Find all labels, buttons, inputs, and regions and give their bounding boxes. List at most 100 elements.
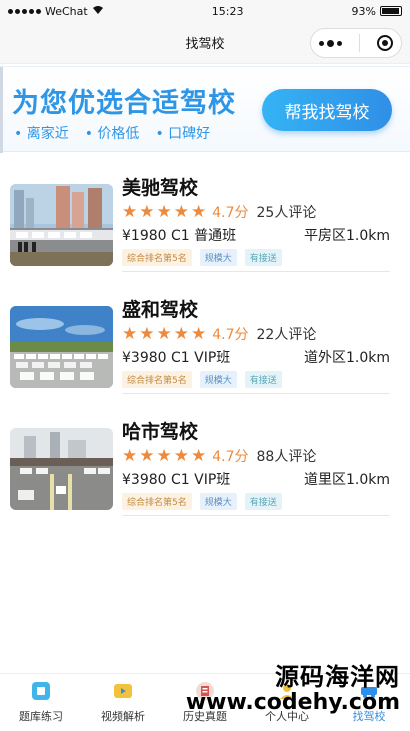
school-list: 美驰驾校 ★ ★ ★ ★ ★ 4.7分 25人评论 ¥1980 C1 普通班 平…: [0, 176, 410, 542]
star-icon: ★: [191, 202, 207, 222]
tab-find-school[interactable]: 找驾校: [328, 674, 410, 731]
review-count: 88人评论: [256, 449, 317, 465]
star-icon: ★: [173, 324, 189, 344]
star-rating: ★ ★ ★ ★ ★: [122, 203, 206, 221]
tab-exam-history[interactable]: 历史真题: [164, 674, 246, 731]
rating-row: ★ ★ ★ ★ ★ 4.7分 22人评论: [122, 324, 390, 344]
star-icon: ★: [139, 446, 155, 466]
carrier-label: WeChat: [45, 4, 88, 18]
feature-price: 价格低: [85, 123, 139, 143]
status-right: 93%: [352, 5, 402, 18]
tag-list: 综合排名第5名 规模大 有接送: [122, 249, 390, 266]
more-menu-icon[interactable]: [319, 39, 343, 47]
feature-reputation: 口碑好: [155, 123, 210, 143]
tag-scale: 规模大: [199, 371, 237, 388]
wifi-icon: [92, 5, 104, 18]
course-price: ¥1980 C1 普通班: [122, 228, 237, 244]
tab-label: 个人中心: [265, 710, 309, 723]
tab-label: 视频解析: [101, 710, 145, 723]
tab-label: 找驾校: [352, 710, 386, 723]
price-row: ¥1980 C1 普通班 平房区1.0km: [122, 225, 390, 245]
tab-label: 题库练习: [19, 710, 63, 723]
school-name: 美驰驾校: [122, 177, 199, 199]
course-price: ¥3980 C1 VIP班: [122, 472, 231, 488]
banner-headline: 为您优选合适驾校: [12, 88, 236, 119]
question-bank-icon: [30, 680, 52, 702]
school-location: 道里区1.0km: [303, 472, 390, 488]
tag-pickup: 有接送: [244, 249, 282, 266]
rating-row: ★ ★ ★ ★ ★ 4.7分 25人评论: [122, 202, 390, 222]
page-title: 找驾校: [185, 37, 225, 52]
school-location: 道外区1.0km: [303, 350, 390, 366]
school-photo: [10, 306, 113, 388]
star-icon: ★: [173, 446, 189, 466]
school-score: 4.7分: [212, 205, 249, 221]
exam-history-icon: [194, 680, 216, 702]
star-rating: ★ ★ ★ ★ ★: [122, 447, 206, 465]
school-photo: [10, 184, 113, 266]
price-row: ¥3980 C1 VIP班 道外区1.0km: [122, 347, 390, 367]
tab-question-bank[interactable]: 题库练习: [0, 674, 82, 731]
star-icon: ★: [139, 324, 155, 344]
feature-nearby: 离家近: [14, 123, 69, 143]
capsule-divider: [358, 34, 360, 52]
school-list-item[interactable]: 哈市驾校 ★ ★ ★ ★ ★ 4.7分 88人评论 ¥3980 C1 VIP班 …: [0, 420, 410, 542]
tag-scale: 规模大: [199, 493, 237, 510]
review-count: 22人评论: [256, 327, 317, 343]
tag-list: 综合排名第5名 规模大 有接送: [122, 371, 390, 388]
tab-profile[interactable]: 个人中心: [246, 674, 328, 731]
status-time: 15:23: [211, 4, 244, 18]
star-icon: ★: [156, 446, 172, 466]
tag-list: 综合排名第5名 规模大 有接送: [122, 493, 390, 510]
tag-rank: 综合排名第5名: [122, 249, 192, 266]
rating-row: ★ ★ ★ ★ ★ 4.7分 88人评论: [122, 446, 390, 466]
battery-percent: 93%: [351, 4, 376, 18]
star-icon: ★: [191, 446, 207, 466]
star-icon: ★: [191, 324, 207, 344]
price-row: ¥3980 C1 VIP班 道里区1.0km: [122, 469, 390, 489]
battery-icon: [380, 6, 402, 16]
school-score: 4.7分: [212, 449, 249, 465]
profile-icon: [276, 680, 298, 702]
school-info: 美驰驾校 ★ ★ ★ ★ ★ 4.7分 25人评论 ¥1980 C1 普通班 平…: [122, 176, 390, 272]
nav-bar: 找驾校: [0, 22, 410, 64]
banner-left-bar: [0, 67, 3, 153]
star-icon: ★: [156, 202, 172, 222]
tag-rank: 综合排名第5名: [122, 493, 192, 510]
school-info: 哈市驾校 ★ ★ ★ ★ ★ 4.7分 88人评论 ¥3980 C1 VIP班 …: [122, 420, 390, 516]
star-rating: ★ ★ ★ ★ ★: [122, 325, 206, 343]
video-icon: [112, 680, 134, 702]
star-icon: ★: [156, 324, 172, 344]
tab-label: 历史真题: [183, 710, 227, 723]
course-price: ¥3980 C1 VIP班: [122, 350, 231, 366]
tag-pickup: 有接送: [244, 493, 282, 510]
school-score: 4.7分: [212, 327, 249, 343]
school-info: 盛和驾校 ★ ★ ★ ★ ★ 4.7分 22人评论 ¥3980 C1 VIP班 …: [122, 298, 390, 394]
tag-pickup: 有接送: [244, 371, 282, 388]
close-miniprogram-icon[interactable]: [376, 35, 393, 51]
star-icon: ★: [122, 446, 138, 466]
tag-scale: 规模大: [199, 249, 237, 266]
star-icon: ★: [122, 202, 138, 222]
banner-features: 离家近 价格低 口碑好: [14, 123, 210, 143]
school-name: 哈市驾校: [122, 421, 199, 443]
star-icon: ★: [122, 324, 138, 344]
school-name: 盛和驾校: [122, 299, 199, 321]
mini-program-capsule: [310, 28, 402, 58]
promo-banner: 为您优选合适驾校 离家近 价格低 口碑好 帮我找驾校: [0, 66, 410, 153]
tab-bar: 题库练习 视频解析 历史真题 个人中心 找驾校: [0, 673, 410, 731]
signal-icon: [8, 8, 41, 14]
review-count: 25人评论: [256, 205, 317, 221]
school-photo: [10, 428, 113, 510]
tag-rank: 综合排名第5名: [122, 371, 192, 388]
school-location: 平房区1.0km: [303, 228, 390, 244]
status-left: WeChat: [8, 5, 104, 18]
find-school-button[interactable]: 帮我找驾校: [262, 89, 392, 131]
school-list-item[interactable]: 盛和驾校 ★ ★ ★ ★ ★ 4.7分 22人评论 ¥3980 C1 VIP班 …: [0, 298, 410, 420]
star-icon: ★: [139, 202, 155, 222]
school-list-item[interactable]: 美驰驾校 ★ ★ ★ ★ ★ 4.7分 25人评论 ¥1980 C1 普通班 平…: [0, 176, 410, 298]
star-icon: ★: [173, 202, 189, 222]
status-bar: WeChat 15:23 93%: [0, 0, 410, 22]
find-school-icon: [358, 680, 380, 702]
tab-video[interactable]: 视频解析: [82, 674, 164, 731]
